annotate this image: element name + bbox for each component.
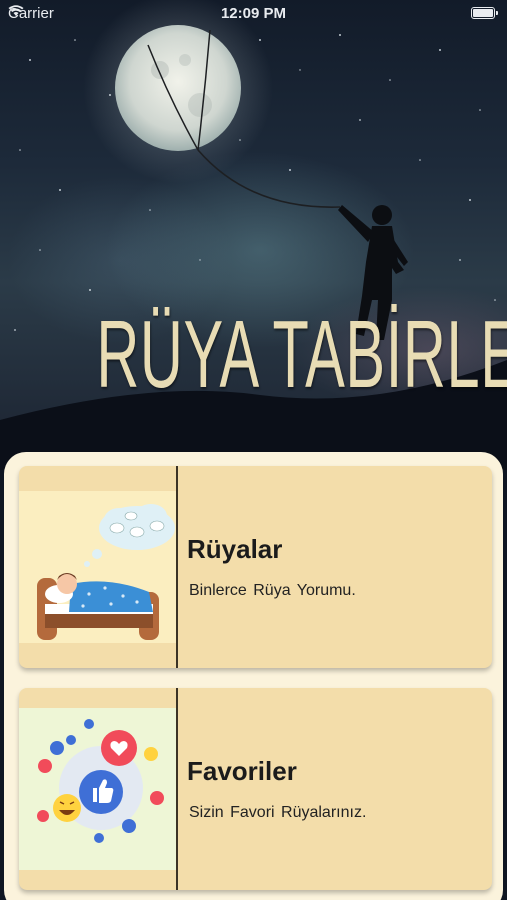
card-favoriler[interactable]: Favoriler Sizin Favori Rüyalarınız.: [19, 688, 492, 890]
status-bar: Carrier 12:09 PM: [0, 0, 507, 28]
sleeping-child-illustration: [19, 491, 176, 643]
card-divider: [176, 466, 178, 668]
social-like-illustration: [19, 708, 176, 870]
hero-title: RÜYA TABİRLERİ: [96, 301, 507, 408]
card-subtitle: Sizin Favori Rüyalarınız.: [189, 804, 367, 821]
status-time: 12:09 PM: [220, 5, 287, 22]
card-divider: [176, 688, 178, 890]
menu-panel: Rüyalar Binlerce Rüya Yorumu. Favoriler …: [4, 452, 503, 900]
card-ruyalar[interactable]: Rüyalar Binlerce Rüya Yorumu.: [19, 466, 492, 668]
card-title: Favoriler: [187, 756, 297, 786]
card-subtitle: Binlerce Rüya Yorumu.: [189, 582, 356, 599]
battery-icon: [471, 7, 498, 19]
card-title: Rüyalar: [187, 534, 283, 564]
hero-banner: Carrier 12:09 PM RÜYA TABİRLERİ: [0, 0, 507, 470]
battery-level: [473, 9, 493, 17]
